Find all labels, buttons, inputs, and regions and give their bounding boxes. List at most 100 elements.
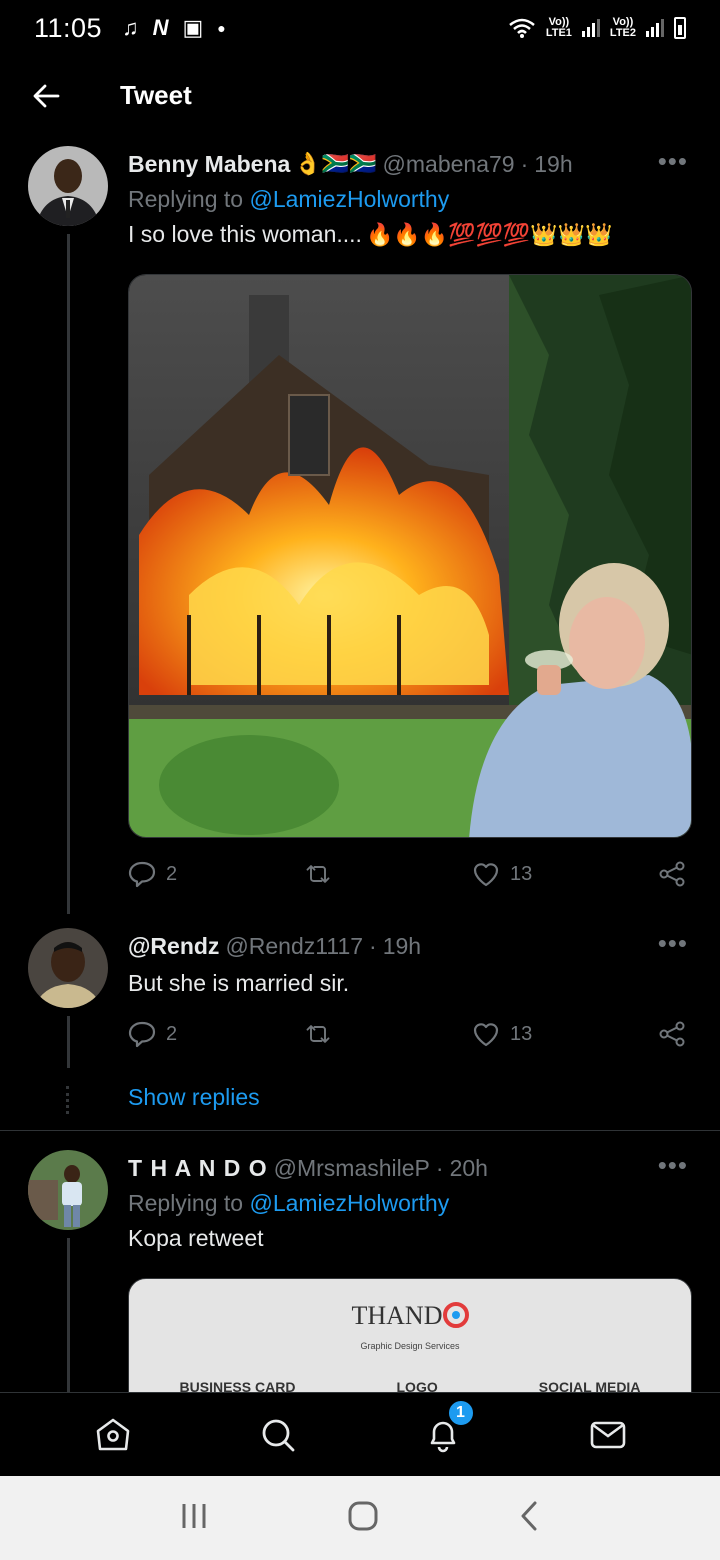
card-item: SOCIAL MEDIA (538, 1379, 641, 1392)
tweet-main[interactable]: Benny Mabena 👌🇿🇦🇿🇦 @mabena79 · 19h ••• R… (0, 146, 720, 914)
tweet-image[interactable] (128, 274, 692, 838)
replying-to: Replying to @LamiezHolworthy (128, 186, 692, 213)
avatar[interactable] (28, 928, 108, 1008)
avatar[interactable] (28, 146, 108, 226)
reply-button[interactable]: 2 (128, 860, 304, 888)
back-button[interactable] (28, 78, 64, 114)
tweet-text: Kopa retweet (128, 1225, 264, 1251)
tweet-emoji: 🔥🔥🔥💯💯💯👑👑👑 (365, 221, 613, 247)
tweet-text: But she is married sir. (128, 970, 350, 996)
burning-house-photo (129, 275, 691, 837)
tweet-actions: 2 13 (128, 854, 692, 894)
avatar[interactable] (28, 1150, 108, 1230)
system-navigation (0, 1476, 720, 1560)
name-emoji: 👌🇿🇦🇿🇦 (294, 151, 377, 176)
sim1-label: LTE1 (545, 27, 572, 39)
thread-line (67, 234, 70, 914)
music-note-icon: ♫ (122, 15, 139, 40)
thread-line (67, 1238, 70, 1392)
tweet-header: Benny Mabena 👌🇿🇦🇿🇦 @mabena79 · 19h ••• (128, 146, 692, 180)
tweet-header: @Rendz @Rendz1117 · 19h ••• (128, 928, 692, 962)
tweet-time[interactable]: 20h (450, 1155, 488, 1182)
dot-separator: · (369, 932, 377, 959)
share-button[interactable] (658, 860, 686, 888)
bottom-navigation: 1 (0, 1392, 720, 1476)
card-item: LOGO (396, 1379, 438, 1392)
author-handle[interactable]: @MrsmashileP (274, 1155, 430, 1182)
search-icon (262, 1419, 294, 1451)
retweet-button[interactable] (304, 1020, 472, 1048)
sim1-indicator: Vo)) LTE1 (546, 17, 572, 39)
nav-search[interactable] (256, 1413, 300, 1457)
replying-to-link[interactable]: @LamiezHolworthy (249, 186, 449, 212)
home-system-button[interactable] (347, 1500, 379, 1537)
nav-home[interactable] (91, 1413, 135, 1457)
card-tagline: Graphic Design Services (360, 1341, 460, 1351)
status-system-icons: Vo)) LTE1 Vo)) LTE2 (508, 17, 686, 39)
reply-icon (128, 861, 156, 888)
replying-to-link[interactable]: @LamiezHolworthy (249, 1190, 449, 1216)
signal-bars-icon (581, 19, 600, 37)
tweet-time[interactable]: 19h (534, 151, 572, 178)
like-count: 13 (510, 862, 533, 885)
retweet-icon (306, 1025, 330, 1043)
heart-icon (473, 863, 499, 887)
dot-separator: · (520, 150, 529, 177)
tweet-text-row: I so love this woman.... 🔥🔥🔥💯💯💯👑👑👑 (128, 221, 692, 248)
author-handle[interactable]: @mabena79 (383, 151, 515, 178)
card-brand: THAND (129, 1301, 691, 1331)
author-name[interactable]: Benny Mabena (128, 151, 290, 178)
home-circle-icon (348, 1501, 378, 1530)
recent-apps-button[interactable] (179, 1502, 209, 1535)
card-items: BUSINESS CARD LOGO SOCIAL MEDIA (129, 1379, 691, 1392)
nav-messages[interactable] (586, 1413, 630, 1457)
status-time: 11:05 (34, 12, 103, 43)
more-options-icon[interactable]: ••• (658, 928, 688, 959)
like-button[interactable]: 13 (472, 860, 658, 888)
share-icon (659, 861, 685, 887)
dot-separator: · (435, 1154, 444, 1181)
card-item: BUSINESS CARD (179, 1379, 296, 1392)
like-count: 13 (510, 1022, 533, 1045)
netflix-icon: N (152, 15, 169, 40)
card-brand-text: THAND (351, 1301, 443, 1330)
more-options-icon[interactable]: ••• (658, 146, 688, 177)
retweet-icon (306, 865, 330, 883)
thread-line (67, 1016, 70, 1068)
author-name[interactable]: T H A N D O (128, 1155, 268, 1182)
replying-label: Replying to (128, 186, 244, 212)
tweet-other[interactable]: T H A N D O @MrsmashileP · 20h ••• Reply… (0, 1150, 720, 1392)
chevron-left-icon (521, 1501, 537, 1530)
tweet-text: I so love this woman.... (128, 221, 362, 247)
share-button[interactable] (658, 1020, 686, 1048)
tweet-reply[interactable]: @Rendz @Rendz1117 · 19h ••• But she is m… (0, 928, 720, 1078)
reply-count: 2 (166, 862, 178, 885)
tweet-actions: 2 13 (128, 1014, 692, 1054)
wifi-icon (509, 18, 535, 38)
retweet-button[interactable] (304, 860, 472, 888)
tweet-image[interactable]: THAND Graphic Design Services BUSINESS C… (128, 1278, 692, 1392)
tweet-time[interactable]: 19h (383, 933, 421, 960)
signal-bars-icon (646, 19, 664, 37)
thread-dots (66, 1086, 70, 1114)
brand-logo-icon (442, 1302, 469, 1328)
gallery-icon: ▣ (182, 15, 204, 40)
sim2-label: LTE2 (609, 27, 636, 39)
back-system-button[interactable] (517, 1500, 541, 1537)
author-name[interactable]: @Rendz (128, 933, 219, 960)
dot-icon: ● (217, 20, 226, 36)
like-button[interactable]: 13 (472, 1020, 658, 1048)
heart-icon (473, 1023, 499, 1047)
arrow-left-icon (33, 84, 60, 108)
top-header: Tweet (0, 56, 720, 136)
more-options-icon[interactable]: ••• (658, 1150, 688, 1181)
author-handle[interactable]: @Rendz1117 (225, 933, 363, 960)
tweet-header: T H A N D O @MrsmashileP · 20h ••• (128, 1150, 692, 1184)
recent-apps-icon (182, 1503, 206, 1528)
nav-notifications[interactable]: 1 (421, 1398, 475, 1457)
share-icon (659, 1021, 685, 1047)
show-replies-link[interactable]: Show replies (128, 1084, 260, 1111)
reply-button[interactable]: 2 (128, 1020, 304, 1048)
status-bar: 11:05 ♫ N ▣ ● Vo)) LTE1 Vo)) LTE2 (0, 0, 720, 56)
replying-label: Replying to (128, 1190, 244, 1216)
